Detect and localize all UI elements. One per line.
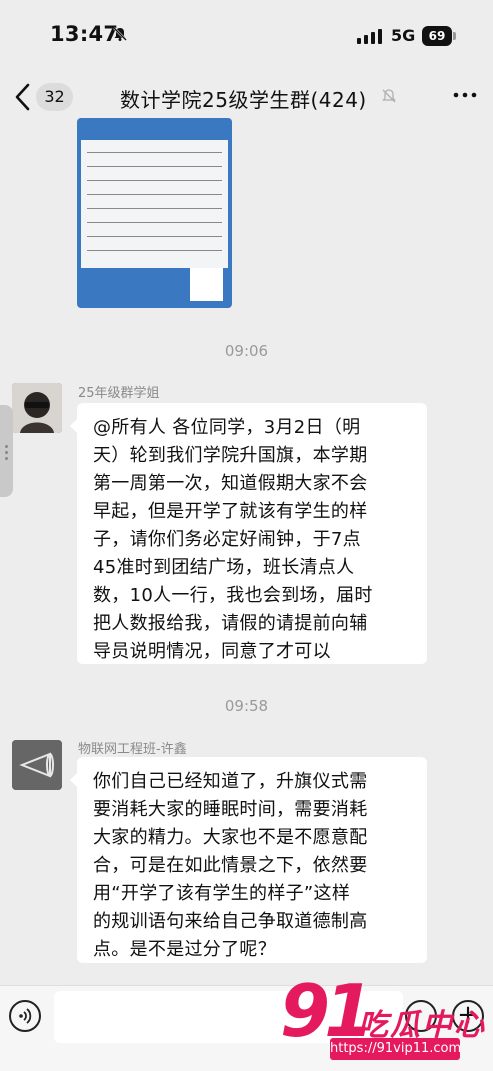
message-line: 用“开学了该有学生的样子”这样 [93,883,351,904]
message-line: 早起，但是开学了就该有学生的样 [93,501,368,522]
watermark-number: 91 [280,969,374,1053]
chat-header: 32 数计学院25级学生群(424) [0,72,493,122]
qr-code-icon [190,268,223,301]
status-time: 13:47 [50,22,119,46]
message-timestamp: 09:06 [224,342,269,360]
message-line: 天）轮到我们学院升国旗，本学期 [93,445,368,466]
shared-image-message[interactable] [77,118,232,308]
more-options-icon[interactable] [452,85,478,105]
message-line: 子，请你们务必定好闹钟，于7点 [93,529,361,550]
avatar[interactable] [12,740,62,790]
unread-count-badge[interactable]: 32 [36,83,73,111]
sender-name: 25年级群学姐 [78,386,160,401]
message-line: 第一周第一次，知道假期大家不会 [93,473,368,494]
message-line: 把人数报给我，请假的请提前向辅 [93,613,368,634]
message-line: 45准时到团结广场，班长清点人 [93,557,355,578]
message-line: 数，10人一行，我也会到场，届时 [93,585,373,606]
message-bubble[interactable]: @所有人 各位同学，3月2日（明 天）轮到我们学院升国旗，本学期 第一周第一次，… [70,403,427,664]
bell-muted-icon [113,27,127,41]
document-thumbnail [81,140,228,268]
floating-window-handle[interactable] [0,405,13,497]
network-label: 5G [391,26,416,45]
back-chevron-icon[interactable] [10,80,38,114]
message-line: 合，可是在如此情景之下，依然要 [93,855,368,876]
battery-level: 69 [422,26,452,46]
message-line: 的规训语句来给自己争取道德制高 [93,911,368,932]
message-line: 点。是不是过分了呢？ [93,939,276,960]
avatar[interactable] [12,383,62,433]
signal-icon [357,29,382,44]
message-line: 大家的精力。大家也不是不愿意配 [93,827,368,848]
mute-bell-icon [382,89,396,103]
voice-icon [19,1008,32,1024]
message-line: 你们自己已经知道了，升旗仪式需 [93,771,368,792]
message-timestamp: 09:58 [224,697,269,715]
battery-icon: 69 [422,26,458,46]
chat-title: 数计学院25级学生群(424) [120,88,367,112]
message-line: @所有人 各位同学，3月2日（明 [93,417,361,438]
sender-name: 物联网工程班-许鑫 [78,742,187,757]
voice-input-button[interactable] [9,1000,41,1032]
message-bubble[interactable]: 你们自己已经知道了，升旗仪式需 要消耗大家的睡眠时间，需要消耗 大家的精力。大家… [70,757,427,963]
status-bar: 13:47 5G 69 [0,0,493,72]
message-line: 要消耗大家的睡眠时间，需要消耗 [93,799,368,820]
watermark-url: https://91vip11.com [330,1038,461,1060]
message-line: 导员说明情况，同意了才可以 [93,641,331,662]
